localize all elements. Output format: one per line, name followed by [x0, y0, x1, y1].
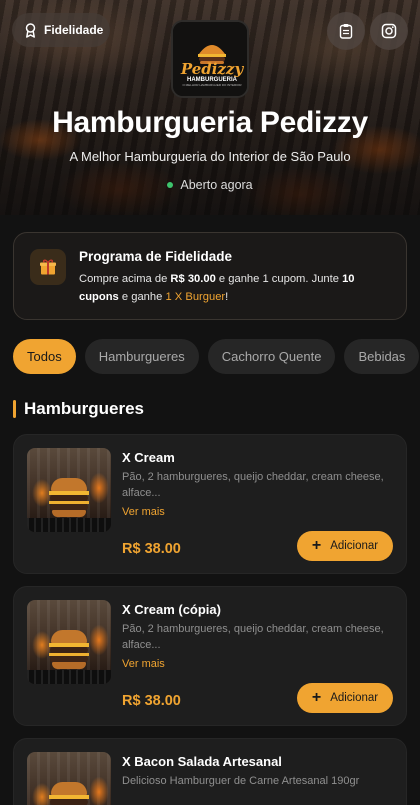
store-name: Hamburgueria Pedizzy	[52, 106, 368, 139]
plus-icon: +	[311, 537, 322, 554]
instagram-icon	[381, 23, 397, 39]
loyalty-coupon-count: 10	[342, 273, 355, 285]
gift-icon	[40, 259, 56, 275]
plus-icon: +	[311, 689, 322, 706]
loyalty-button-label: Fidelidade	[44, 23, 104, 37]
loyalty-program-card: Programa de Fidelidade Compre acima de R…	[13, 232, 407, 320]
product-description: Pão, 2 hamburgueres, queijo cheddar, cre…	[122, 623, 384, 651]
product-name: X Bacon Salada Artesanal	[122, 754, 282, 769]
product-price: R$ 38.00	[122, 693, 181, 709]
product-image	[27, 600, 111, 684]
loyalty-reward: 1 X Burguer	[165, 291, 226, 303]
tab-cachorro-quente[interactable]: Cachorro Quente	[207, 339, 336, 374]
logo-tagline: O MELHOR HAMBURGUER DO INTERIOR	[182, 83, 242, 87]
add-to-cart-label: Adicionar	[330, 540, 379, 552]
loyalty-min-amount: R$ 30.00	[170, 273, 216, 285]
instagram-button[interactable]	[370, 12, 408, 50]
loyalty-description: Compre acima de R$ 30.00 e ganhe 1 cupom…	[79, 273, 355, 303]
product-card[interactable]: X Cream Pão, 2 hamburgueres, queijo ched…	[13, 434, 407, 574]
clipboard-icon	[339, 24, 353, 39]
orders-button[interactable]	[327, 12, 365, 50]
product-name: X Cream (cópia)	[122, 602, 221, 617]
tab-bebidas[interactable]: Bebidas	[344, 339, 420, 374]
product-image	[27, 752, 111, 805]
store-tagline: A Melhor Hamburgueria do Interior de São…	[69, 149, 351, 164]
store-header: Fidelidade Pedizzy HAMBURGUERIA O MELHOR…	[0, 0, 420, 215]
gift-icon-box	[30, 249, 66, 285]
add-to-cart-button[interactable]: + Adicionar	[297, 531, 393, 561]
see-more-link[interactable]: Ver mais	[122, 506, 165, 518]
product-price: R$ 38.00	[122, 541, 181, 557]
open-status-dot	[167, 182, 174, 188]
product-card[interactable]: X Cream (cópia) Pão, 2 hamburgueres, que…	[13, 586, 407, 726]
product-description: Pão, 2 hamburgueres, queijo cheddar, cre…	[122, 471, 384, 499]
loyalty-button[interactable]: Fidelidade	[12, 13, 110, 47]
ribbon-icon	[25, 22, 36, 38]
add-to-cart-label: Adicionar	[330, 692, 379, 704]
product-description: Delicioso Hamburguer de Carne Artesanal …	[122, 775, 360, 787]
section-accent-bar	[13, 400, 16, 418]
product-card[interactable]: X Bacon Salada Artesanal Delicioso Hambu…	[13, 738, 407, 805]
store-logo: Pedizzy HAMBURGUERIA O MELHOR HAMBURGUER…	[171, 20, 249, 98]
section-title: Hamburgueres	[24, 399, 144, 418]
logo-wordmark: Pedizzy	[180, 60, 245, 78]
store-status: Aberto agora	[0, 178, 420, 192]
store-status-label: Aberto agora	[180, 178, 253, 192]
tab-hamburgueres[interactable]: Hamburgueres	[84, 339, 199, 374]
category-tabs: Todos Hamburgueres Cachorro Quente Bebid…	[13, 339, 420, 374]
loyalty-title: Programa de Fidelidade	[79, 249, 233, 264]
section-heading: Hamburgueres	[13, 399, 144, 419]
product-name: X Cream	[122, 450, 175, 465]
add-to-cart-button[interactable]: + Adicionar	[297, 683, 393, 713]
tab-todos[interactable]: Todos	[13, 339, 76, 374]
see-more-link[interactable]: Ver mais	[122, 658, 165, 670]
product-image	[27, 448, 111, 532]
